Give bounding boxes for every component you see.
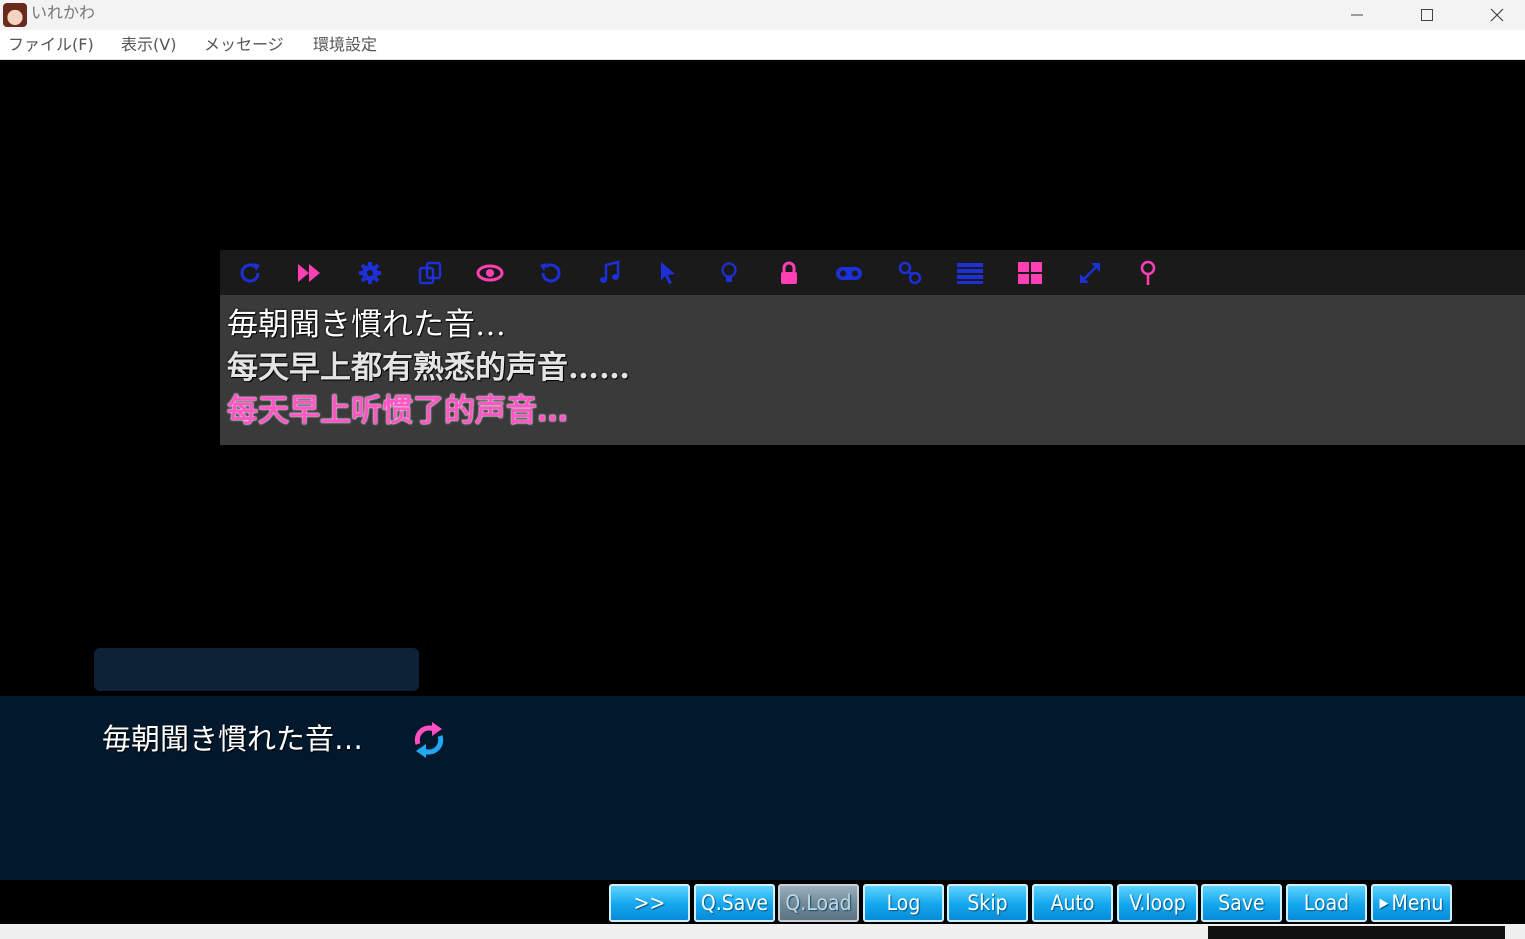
- log-button[interactable]: Log: [863, 884, 944, 922]
- menu-message[interactable]: メッセージ: [204, 35, 284, 55]
- load-button[interactable]: Load: [1286, 884, 1367, 922]
- original-text: 毎朝聞き慣れた音…: [227, 307, 506, 343]
- eye-icon[interactable]: [475, 258, 505, 288]
- minimize-button[interactable]: [1322, 0, 1392, 30]
- translation-line-1: 每天早上都有熟悉的声音……: [227, 350, 630, 386]
- menu-view[interactable]: 表示(V): [121, 35, 176, 55]
- quick-save-button[interactable]: Q.Save: [694, 884, 775, 922]
- link-icon[interactable]: [895, 258, 925, 288]
- translator-toolbar: [220, 250, 1525, 295]
- window-title: いれかわ: [31, 3, 96, 22]
- translator-panel: 毎朝聞き慣れた音… 每天早上都有熟悉的声音…… 每天早上听惯了的声音…: [220, 295, 1525, 445]
- menu-button[interactable]: ▶ Menu: [1371, 884, 1452, 922]
- fast-forward-icon[interactable]: [294, 258, 324, 288]
- speaker-name-box: [94, 648, 419, 691]
- bulb-icon[interactable]: [714, 258, 744, 288]
- settings-icon[interactable]: [355, 258, 385, 288]
- skip-button[interactable]: Skip: [947, 884, 1028, 922]
- voice-loop-button[interactable]: V.loop: [1117, 884, 1198, 922]
- windows-icon[interactable]: [1015, 258, 1045, 288]
- refresh-icon[interactable]: [235, 258, 265, 288]
- list-icon[interactable]: [955, 258, 985, 288]
- maximize-button[interactable]: [1392, 0, 1462, 30]
- menu-bar: ファイル(F) 表示(V) メッセージ 環境設定: [0, 30, 1525, 60]
- maximize-icon: [1421, 9, 1433, 21]
- click-wait-icon: [414, 722, 444, 758]
- close-icon: [1490, 8, 1504, 22]
- close-button[interactable]: [1462, 0, 1525, 30]
- quick-load-button[interactable]: Q.Load: [778, 884, 859, 922]
- menu-preferences[interactable]: 環境設定: [313, 35, 377, 55]
- copy-icon[interactable]: [415, 258, 445, 288]
- cursor-icon[interactable]: [653, 258, 683, 288]
- app-icon: [3, 3, 27, 27]
- save-button[interactable]: Save: [1201, 884, 1282, 922]
- message-window[interactable]: 毎朝聞き慣れた音…: [0, 696, 1525, 880]
- title-bar: いれかわ: [0, 0, 1525, 30]
- menu-file[interactable]: ファイル(F): [8, 35, 94, 55]
- minimize-icon: [1351, 14, 1363, 16]
- menu-button-label: Menu: [1391, 891, 1444, 915]
- play-icon: ▶: [1379, 895, 1389, 911]
- music-icon[interactable]: [595, 258, 625, 288]
- game-screen[interactable]: 毎朝聞き慣れた音… 每天早上都有熟悉的声音…… 每天早上听惯了的声音… 毎朝聞き…: [0, 60, 1525, 924]
- forward-button[interactable]: >>: [609, 884, 690, 922]
- scroll-indicator: [1208, 926, 1505, 939]
- expand-icon[interactable]: [1075, 258, 1105, 288]
- pin-icon[interactable]: [1133, 258, 1163, 288]
- auto-button[interactable]: Auto: [1032, 884, 1113, 922]
- undo-icon[interactable]: [535, 258, 565, 288]
- lock-icon[interactable]: [774, 258, 804, 288]
- gamepad-icon[interactable]: [834, 258, 864, 288]
- message-text: 毎朝聞き慣れた音…: [102, 722, 364, 756]
- translation-line-2: 每天早上听惯了的声音…: [227, 393, 568, 429]
